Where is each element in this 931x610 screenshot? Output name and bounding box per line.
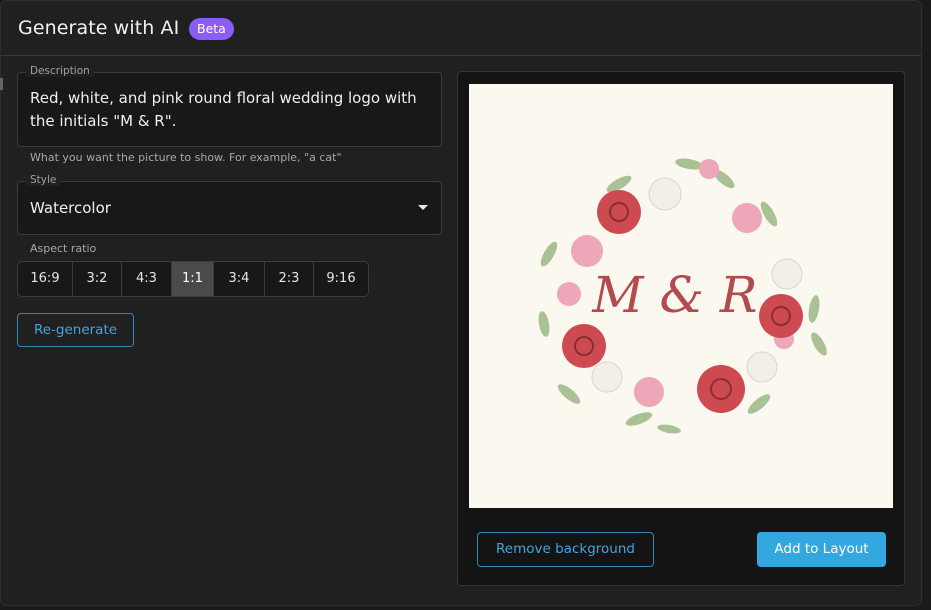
aspect-ratio-label: Aspect ratio xyxy=(30,242,97,255)
remove-background-button[interactable]: Remove background xyxy=(477,532,654,567)
resize-handle[interactable] xyxy=(0,78,3,90)
monogram-text: M & R xyxy=(591,266,757,324)
dialog-header: Generate with AI Beta xyxy=(1,1,921,56)
generated-image: M & R xyxy=(469,84,893,508)
regenerate-button[interactable]: Re-generate xyxy=(17,313,134,347)
aspect-option-3-4[interactable]: 3:4 xyxy=(214,262,265,296)
aspect-option-2-3[interactable]: 2:3 xyxy=(265,262,314,296)
aspect-option-4-3[interactable]: 4:3 xyxy=(122,262,172,296)
aspect-option-9-16[interactable]: 9:16 xyxy=(314,262,368,296)
aspect-option-3-2[interactable]: 3:2 xyxy=(73,262,122,296)
aspect-option-16-9[interactable]: 16:9 xyxy=(18,262,73,296)
description-label: Description xyxy=(26,65,94,77)
description-helper-text: What you want the picture to show. For e… xyxy=(30,151,342,164)
floral-wreath-image: M & R xyxy=(538,158,827,434)
aspect-ratio-group: 16:9 3:2 4:3 1:1 3:4 2:3 9:16 xyxy=(17,261,369,297)
description-input-text[interactable]: Red, white, and pink round floral weddin… xyxy=(30,87,435,133)
beta-badge: Beta xyxy=(189,18,234,40)
chevron-down-icon[interactable] xyxy=(418,205,428,210)
dialog-title: Generate with AI xyxy=(18,17,180,39)
aspect-option-1-1[interactable]: 1:1 xyxy=(172,262,214,296)
add-to-layout-button[interactable]: Add to Layout xyxy=(757,532,886,567)
style-label: Style xyxy=(26,174,61,186)
style-selected-value[interactable]: Watercolor xyxy=(30,199,111,217)
